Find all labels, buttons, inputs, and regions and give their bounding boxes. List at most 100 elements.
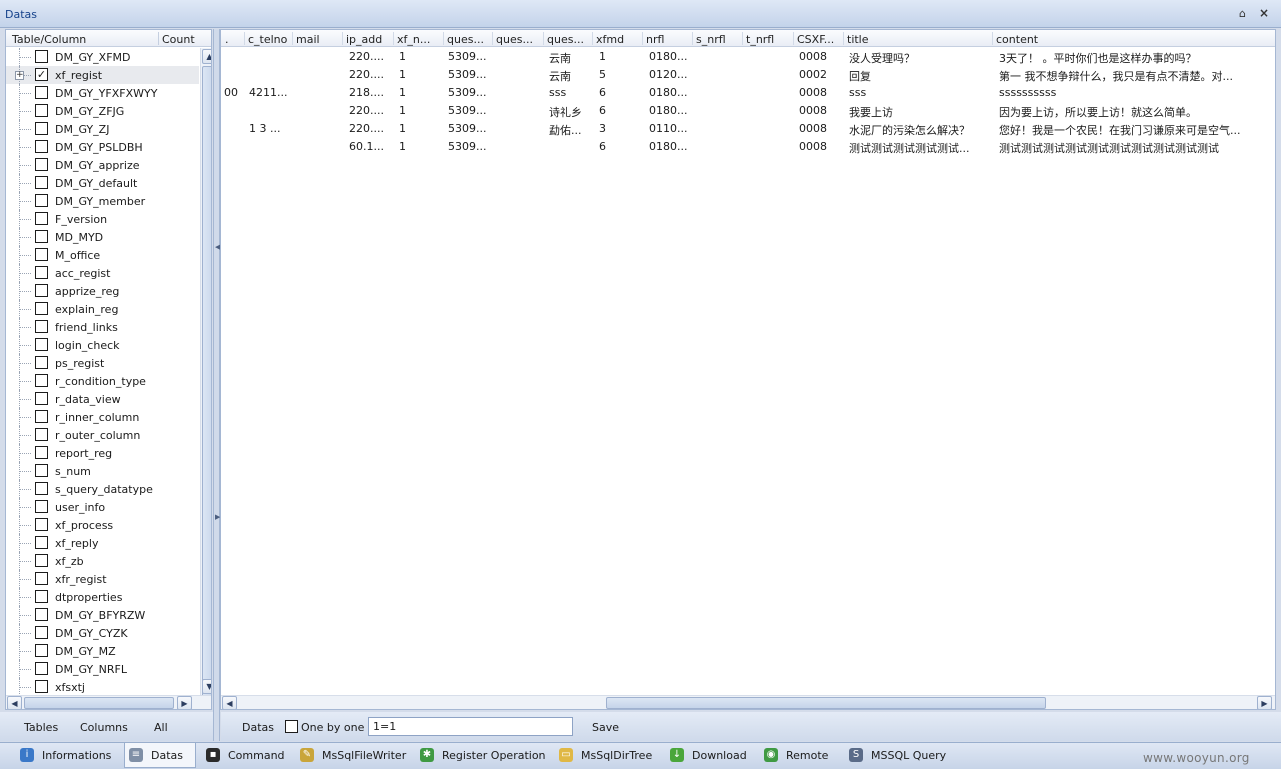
- table-checkbox[interactable]: [35, 536, 48, 549]
- table-checkbox[interactable]: [35, 86, 48, 99]
- tree-node[interactable]: DM_GY_ZFJG: [6, 102, 199, 120]
- tree-horizontal-scrollbar[interactable]: ◀ ▶: [6, 695, 211, 709]
- table-checkbox[interactable]: [35, 338, 48, 351]
- header-count[interactable]: Count: [162, 33, 195, 46]
- table-checkbox[interactable]: [35, 482, 48, 495]
- scroll-up-icon[interactable]: ▲: [202, 49, 211, 64]
- tree-node[interactable]: xf_process: [6, 516, 199, 534]
- table-checkbox[interactable]: [35, 194, 48, 207]
- tree-node[interactable]: xfr_regist: [6, 570, 199, 588]
- tree-node[interactable]: ps_regist: [6, 354, 199, 372]
- tree-node[interactable]: xf_reply: [6, 534, 199, 552]
- tree-node[interactable]: DM_GY_BFYRZW: [6, 606, 199, 624]
- datas-button[interactable]: Datas: [242, 721, 274, 734]
- table-checkbox[interactable]: [35, 50, 48, 63]
- tree-node[interactable]: + ✓ xf_regist: [6, 66, 199, 84]
- panel-splitter[interactable]: ◀ ▶: [213, 29, 220, 741]
- tree-node[interactable]: DM_GY_MZ: [6, 642, 199, 660]
- save-button[interactable]: Save: [592, 721, 619, 734]
- tree-node[interactable]: DM_GY_apprize: [6, 156, 199, 174]
- table-checkbox[interactable]: [35, 626, 48, 639]
- grid-column-header[interactable]: mail: [296, 33, 345, 46]
- table-row[interactable]: 60.1... 1 5309... 6 0180... 0008 测试测试测试测试测试...…: [221, 140, 1275, 158]
- table-checkbox[interactable]: [35, 212, 48, 225]
- tree-node[interactable]: DM_GY_NRFL: [6, 660, 199, 678]
- tree-node[interactable]: r_inner_column: [6, 408, 199, 426]
- table-checkbox[interactable]: [35, 446, 48, 459]
- grid-column-header[interactable]: title: [847, 33, 991, 46]
- tree-node[interactable]: r_condition_type: [6, 372, 199, 390]
- tree-node[interactable]: DM_GY_default: [6, 174, 199, 192]
- table-checkbox[interactable]: [35, 104, 48, 117]
- tab-informations[interactable]: i Informations: [16, 743, 116, 768]
- table-checkbox[interactable]: [35, 392, 48, 405]
- tree-vertical-scrollbar[interactable]: ▲ ▼: [200, 48, 211, 706]
- table-row[interactable]: 00 4211... 218.... 1 5309... sss 6 0180... 0008 s…: [221, 86, 1275, 104]
- tree-node[interactable]: user_info: [6, 498, 199, 516]
- grid-column-header[interactable]: .: [225, 33, 249, 46]
- table-checkbox[interactable]: [35, 320, 48, 333]
- grid-hscroll-thumb[interactable]: [606, 697, 1046, 709]
- tree-node[interactable]: login_check: [6, 336, 199, 354]
- table-checkbox[interactable]: [35, 428, 48, 441]
- grid-column-header[interactable]: content: [996, 33, 1270, 46]
- grid-horizontal-scrollbar[interactable]: ◀ ▶: [221, 695, 1275, 709]
- tab-command[interactable]: ▪ Command: [202, 743, 290, 768]
- table-checkbox[interactable]: ✓: [35, 68, 48, 81]
- tree-node[interactable]: r_data_view: [6, 390, 199, 408]
- grid-column-header[interactable]: xfmd: [596, 33, 644, 46]
- table-checkbox[interactable]: [35, 122, 48, 135]
- grid-column-header[interactable]: CSXF...: [797, 33, 845, 46]
- grid-column-header[interactable]: nrfl: [646, 33, 694, 46]
- grid-column-header[interactable]: c_telno: [248, 33, 296, 46]
- grid-column-header[interactable]: xf_n...: [397, 33, 445, 46]
- table-row[interactable]: 220.... 1 5309... 云南 1 0180... 0008 没人受理吗？ 3天了！ …: [221, 50, 1275, 68]
- tree-node[interactable]: report_reg: [6, 444, 199, 462]
- table-checkbox[interactable]: [35, 518, 48, 531]
- grid-column-header[interactable]: s_nrfl: [696, 33, 744, 46]
- grid-scroll-right-icon[interactable]: ▶: [1257, 696, 1272, 709]
- columns-button[interactable]: Columns: [80, 721, 128, 734]
- tree-node[interactable]: F_version: [6, 210, 199, 228]
- table-checkbox[interactable]: [35, 554, 48, 567]
- table-row[interactable]: 1 3 ... 220.... 1 5309... 勐佑... 3 0110... 0008 水…: [221, 122, 1275, 140]
- tree-node[interactable]: s_query_datatype: [6, 480, 199, 498]
- tree-node[interactable]: M_office: [6, 246, 199, 264]
- tab-datas[interactable]: ≡ Datas: [124, 743, 196, 768]
- tree-node[interactable]: xfsxtj: [6, 678, 199, 696]
- table-checkbox[interactable]: [35, 662, 48, 675]
- tree-scroll-thumb[interactable]: [202, 66, 211, 706]
- tree-node[interactable]: explain_reg: [6, 300, 199, 318]
- condition-input[interactable]: [368, 717, 573, 736]
- pin-icon[interactable]: ⌂: [1239, 7, 1246, 20]
- header-table-column[interactable]: Table/Column: [12, 33, 86, 46]
- expand-icon[interactable]: +: [15, 71, 24, 80]
- table-checkbox[interactable]: [35, 644, 48, 657]
- tree-node[interactable]: r_outer_column: [6, 426, 199, 444]
- one-by-one-checkbox[interactable]: [285, 720, 298, 733]
- table-checkbox[interactable]: [35, 572, 48, 585]
- tree-node[interactable]: DM_GY_YFXFXWYY: [6, 84, 199, 102]
- tree-hscroll-thumb[interactable]: [24, 697, 174, 709]
- table-checkbox[interactable]: [35, 500, 48, 513]
- tree-node[interactable]: DM_GY_XFMD: [6, 48, 199, 66]
- tables-button[interactable]: Tables: [24, 721, 58, 734]
- table-row[interactable]: 220.... 1 5309... 诗礼乡 6 0180... 0008 我要上访 因为要上访，…: [221, 104, 1275, 122]
- scroll-right-icon[interactable]: ▶: [177, 696, 192, 709]
- table-row[interactable]: 220.... 1 5309... 云南 5 0120... 0002 回复 第一 我不想争辩什…: [221, 68, 1275, 86]
- table-checkbox[interactable]: [35, 356, 48, 369]
- table-checkbox[interactable]: [35, 230, 48, 243]
- tab-download[interactable]: ↓ Download: [666, 743, 754, 768]
- grid-column-header[interactable]: ques...: [496, 33, 545, 46]
- tree-node[interactable]: friend_links: [6, 318, 199, 336]
- tab-mssqlfilewriter[interactable]: ✎ MsSqlFileWriter: [296, 743, 408, 768]
- table-checkbox[interactable]: [35, 410, 48, 423]
- table-checkbox[interactable]: [35, 464, 48, 477]
- table-checkbox[interactable]: [35, 590, 48, 603]
- tree-node[interactable]: MD_MYD: [6, 228, 199, 246]
- table-checkbox[interactable]: [35, 158, 48, 171]
- table-checkbox[interactable]: [35, 680, 48, 693]
- tree-node[interactable]: s_num: [6, 462, 199, 480]
- all-button[interactable]: All: [154, 721, 168, 734]
- tree-node[interactable]: dtproperties: [6, 588, 199, 606]
